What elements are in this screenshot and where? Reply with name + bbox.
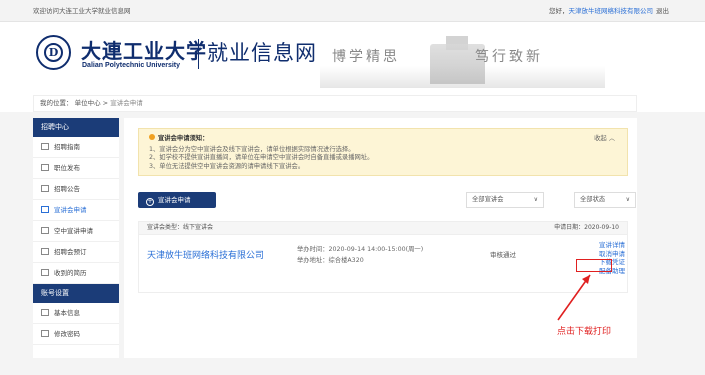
university-seal-logo: D: [36, 35, 71, 70]
account-company-link[interactable]: 天津放牛班网络科技有限公司: [569, 7, 654, 15]
status-badge: 审核通过: [490, 251, 516, 259]
sidebar-item-label: 招聘公告: [54, 185, 80, 193]
notice-line: 1、宣讲会分为空中宣讲会及线下宣讲会，请单位根据实际情况进行选择。: [149, 145, 355, 153]
chevron-down-icon: ∨: [533, 196, 538, 203]
seminar-apply-button[interactable]: + 宣讲会申请: [138, 192, 216, 208]
notice-title: 宣讲会申请须知：: [149, 134, 617, 144]
seminar-type-label: 宣讲会类型：线下宣讲会: [147, 224, 214, 231]
document-icon: [41, 164, 49, 171]
apply-date: 申请日期：2020-09-10: [554, 224, 619, 231]
annotation-text: 点击下载打印: [557, 327, 612, 337]
sidebar-item-recruit-guide[interactable]: 招聘指南: [33, 137, 119, 158]
breadcrumb: 我的位置： 单位中心 > 宣讲会申请: [33, 95, 637, 112]
document-icon: [41, 206, 49, 213]
sidebar-item-label: 收到的简历: [54, 269, 87, 277]
document-icon: [41, 248, 49, 255]
school-name-en: Dalian Polytechnic University: [82, 62, 181, 69]
sidebar-item-label: 宣讲会申请: [54, 206, 87, 214]
company-name-link[interactable]: 天津放牛班网络科技有限公司: [147, 248, 264, 261]
seminar-type-value: 全部宣讲会: [472, 196, 504, 203]
sidebar-section-account: 账号设置: [33, 284, 119, 303]
seal-glyph: D: [44, 43, 63, 62]
status-value: 全部状态: [580, 196, 606, 203]
record-header: 宣讲会类型：线下宣讲会 申请日期：2020-09-10: [138, 221, 628, 235]
breadcrumb-prefix: 我的位置：: [40, 99, 73, 107]
sidebar-item-label: 职位发布: [54, 164, 80, 172]
logout-link[interactable]: 退出: [656, 7, 669, 15]
sidebar-item-label: 空中宣讲申请: [54, 227, 93, 235]
plus-circle-icon: +: [146, 198, 154, 206]
document-icon: [41, 330, 49, 337]
seminar-meta: 举办时间：2020-09-14 14:00-15:00(周一) 举办地址：综合楼…: [297, 244, 423, 266]
site-title: 就业信息网: [207, 41, 317, 65]
sidebar-item-label: 招聘会预订: [54, 248, 87, 256]
sidebar: 招聘中心 招聘指南 职位发布 招聘公告 宣讲会申请 空中宣讲申请 招聘会预订 收…: [33, 118, 119, 358]
sidebar-item-job-fair[interactable]: 招聘会预订: [33, 242, 119, 263]
header-divider: [198, 39, 199, 69]
breadcrumb-current: 宣讲会申请: [110, 99, 143, 107]
motto-left: 博学精思: [332, 49, 400, 65]
document-icon: [41, 143, 49, 150]
sidebar-item-label: 修改密码: [54, 330, 80, 338]
document-icon: [41, 227, 49, 234]
sidebar-item-change-password[interactable]: 修改密码: [33, 324, 119, 345]
breadcrumb-level1[interactable]: 单位中心: [75, 99, 101, 107]
notice-title-text: 宣讲会申请须知：: [158, 135, 209, 142]
sidebar-section-recruit: 招聘中心: [33, 118, 119, 137]
seminar-place: 举办地址：综合楼A320: [297, 257, 364, 264]
document-icon: [41, 185, 49, 192]
seminar-detail-link[interactable]: 宣讲详情: [583, 241, 625, 250]
notice-box: 宣讲会申请须知： 1、宣讲会分为空中宣讲会及线下宣讲会，请单位根据实际情况进行选…: [138, 128, 628, 176]
status-select[interactable]: 全部状态 ∨: [574, 192, 636, 208]
apply-button-label: 宣讲会申请: [158, 196, 191, 204]
sidebar-item-label: 招聘指南: [54, 143, 80, 151]
sidebar-item-seminar-apply[interactable]: 宣讲会申请: [33, 200, 119, 221]
notice-line: 2、如学校不提供宣讲直播间，请单位在申请空中宣讲会时自备直播或录播网址。: [149, 154, 374, 161]
top-bar: 欢迎访问大连工业大学就业信息网 您好，天津放牛班网络科技有限公司 退出: [0, 0, 705, 22]
document-icon: [41, 309, 49, 316]
document-icon: [41, 269, 49, 276]
sidebar-item-online-seminar[interactable]: 空中宣讲申请: [33, 221, 119, 242]
welcome-text: 欢迎访问大连工业大学就业信息网: [33, 7, 131, 15]
chevron-down-icon: ∨: [625, 196, 630, 203]
sidebar-item-basic-info[interactable]: 基本信息: [33, 303, 119, 324]
sidebar-item-job-post[interactable]: 职位发布: [33, 158, 119, 179]
school-name-cn: 大連工业大学: [81, 39, 207, 63]
greeting-text: 您好，: [549, 7, 569, 15]
sidebar-item-recruit-notice[interactable]: 招聘公告: [33, 179, 119, 200]
seminar-time: 举办时间：2020-09-14 14:00-15:00(周一): [297, 246, 424, 253]
sidebar-item-label: 基本信息: [54, 309, 80, 317]
user-area: 您好，天津放牛班网络科技有限公司 退出: [549, 0, 669, 22]
notice-line: 3、单位无法提供空中宣讲会资源的请申请线下宣讲会。: [149, 162, 305, 170]
sidebar-item-resumes[interactable]: 收到的简历: [33, 263, 119, 284]
motto-right: 笃行致新: [475, 49, 543, 65]
breadcrumb-separator: >: [102, 99, 109, 107]
seminar-type-select[interactable]: 全部宣讲会 ∨: [466, 192, 544, 208]
notice-dot-icon: [149, 134, 155, 140]
collapse-button[interactable]: 收起 ︿: [594, 135, 615, 144]
